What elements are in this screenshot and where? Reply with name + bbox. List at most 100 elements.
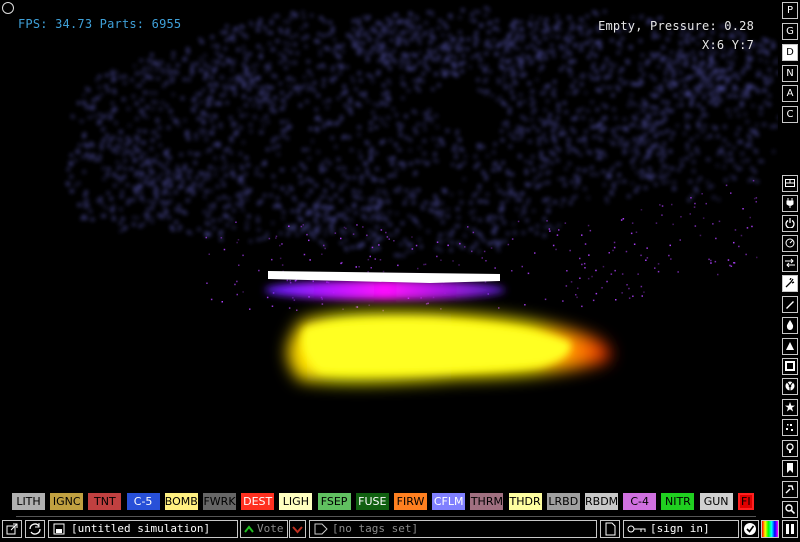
element-tnt-button[interactable]: TNT	[88, 493, 121, 510]
spark-particle	[545, 299, 547, 301]
tools-icon[interactable]	[782, 460, 798, 477]
smoke-particle	[290, 188, 293, 191]
smoke-particle	[553, 26, 556, 29]
powder-icon[interactable]	[782, 338, 798, 355]
smoke-particle	[74, 184, 77, 187]
smoke-particle	[481, 169, 484, 172]
spark-particle	[680, 239, 682, 241]
reload-button[interactable]	[25, 520, 45, 538]
smoke-particle	[277, 145, 280, 148]
smoke-particle	[569, 202, 572, 205]
element-bomb-button[interactable]: BOMB	[165, 493, 198, 510]
tags-button[interactable]: [no tags set]	[309, 520, 597, 538]
smoke-particle	[436, 59, 439, 62]
element-c4-button[interactable]: C-4	[623, 493, 656, 510]
smoke-particle	[369, 52, 372, 55]
life-icon[interactable]	[782, 440, 798, 457]
force-icon[interactable]	[782, 235, 798, 252]
element-gun-button[interactable]: GUN	[700, 493, 733, 510]
smoke-particle	[596, 135, 599, 138]
smoke-particle	[368, 198, 371, 201]
smoke-particle	[693, 59, 696, 62]
element-nitr-button[interactable]: NITR	[661, 493, 694, 510]
favorites-icon[interactable]	[782, 481, 798, 498]
element-ignc-button[interactable]: IGNC	[50, 493, 83, 510]
solid-icon[interactable]	[782, 358, 798, 375]
element-fwrk-button[interactable]: FWRK	[203, 493, 236, 510]
special-icon[interactable]	[782, 399, 798, 416]
search-icon[interactable]	[782, 501, 798, 518]
smoke-particle	[504, 87, 507, 90]
smoke-particle	[768, 68, 771, 71]
element-cflm-button[interactable]: CFLM	[432, 493, 465, 510]
smoke-particle	[415, 160, 418, 163]
smoke-particle	[388, 82, 391, 85]
menu-button-c[interactable]: C	[782, 106, 798, 123]
smoke-particle	[199, 68, 202, 71]
smoke-particle	[120, 164, 123, 167]
power-icon[interactable]	[782, 215, 798, 232]
spark-particle	[411, 236, 413, 238]
menu-button-a[interactable]: A	[782, 85, 798, 102]
report-button[interactable]	[600, 520, 620, 538]
settings-button[interactable]	[741, 520, 759, 538]
smoke-particle	[149, 69, 152, 72]
element-fuse-button[interactable]: FUSE	[356, 493, 389, 510]
smoke-particle	[246, 198, 249, 201]
liquid-icon[interactable]	[782, 317, 798, 334]
element-fi-button[interactable]: FI	[738, 493, 754, 510]
element-scrollbar[interactable]	[16, 516, 756, 517]
particles-icon[interactable]	[782, 419, 798, 436]
sign-in-button[interactable]: [sign in]	[623, 520, 739, 538]
spark-particle	[437, 242, 439, 244]
smoke-particle	[568, 138, 571, 141]
menu-button-n[interactable]: N	[782, 65, 798, 82]
wall-icon[interactable]	[782, 175, 798, 192]
simulation-canvas[interactable]: FPS: 34.73 Parts: 6955 Empty, Pressure: …	[0, 0, 778, 488]
menu-button-p[interactable]: P	[782, 2, 798, 19]
radioactive-icon[interactable]	[782, 378, 798, 395]
smoke-particle	[684, 84, 687, 87]
open-save-button[interactable]	[2, 520, 22, 538]
element-thrm-button[interactable]: THRM	[470, 493, 503, 510]
explosives-icon[interactable]	[782, 275, 798, 292]
menu-button-d[interactable]: D	[782, 44, 798, 61]
menu-button-g[interactable]: G	[782, 23, 798, 40]
smoke-particle	[380, 118, 383, 121]
fps-counter: FPS: 34.73 Parts: 6955	[18, 17, 181, 31]
electronics-icon[interactable]	[782, 195, 798, 212]
smoke-particle	[525, 160, 528, 163]
sensor-icon[interactable]	[782, 255, 798, 272]
smoke-particle	[369, 128, 372, 131]
smoke-particle	[641, 175, 644, 178]
vote-down-button[interactable]	[289, 520, 306, 538]
element-ligh-button[interactable]: LIGH	[279, 493, 312, 510]
smoke-particle	[308, 209, 311, 212]
element-fsep-button[interactable]: FSEP	[318, 493, 351, 510]
color-picker-button[interactable]	[761, 520, 779, 538]
element-firw-button[interactable]: FIRW	[394, 493, 427, 510]
smoke-particle	[772, 150, 775, 153]
element-dest-button[interactable]: DEST	[241, 493, 274, 510]
smoke-particle	[328, 162, 331, 165]
smoke-particle	[331, 136, 334, 139]
smoke-particle	[210, 76, 213, 79]
vote-up-button[interactable]: Vote	[240, 520, 288, 538]
element-lith-button[interactable]: LITH	[12, 493, 45, 510]
gas-icon[interactable]	[782, 296, 798, 313]
element-rbdm-button[interactable]: RBDM	[585, 493, 618, 510]
element-thdr-button[interactable]: THDR	[509, 493, 542, 510]
pause-button[interactable]	[782, 520, 798, 538]
save-title-button[interactable]: [untitled simulation]	[48, 520, 238, 538]
smoke-particle	[197, 153, 200, 156]
smoke-particle	[329, 229, 332, 232]
smoke-particle	[264, 27, 267, 30]
smoke-particle	[480, 25, 483, 28]
smoke-particle	[411, 53, 414, 56]
element-c5-button[interactable]: C-5	[127, 493, 160, 510]
smoke-particle	[309, 190, 312, 193]
element-lrbd-button[interactable]: LRBD	[547, 493, 580, 510]
smoke-particle	[717, 135, 720, 138]
smoke-particle	[493, 232, 496, 235]
smoke-particle	[382, 122, 385, 125]
